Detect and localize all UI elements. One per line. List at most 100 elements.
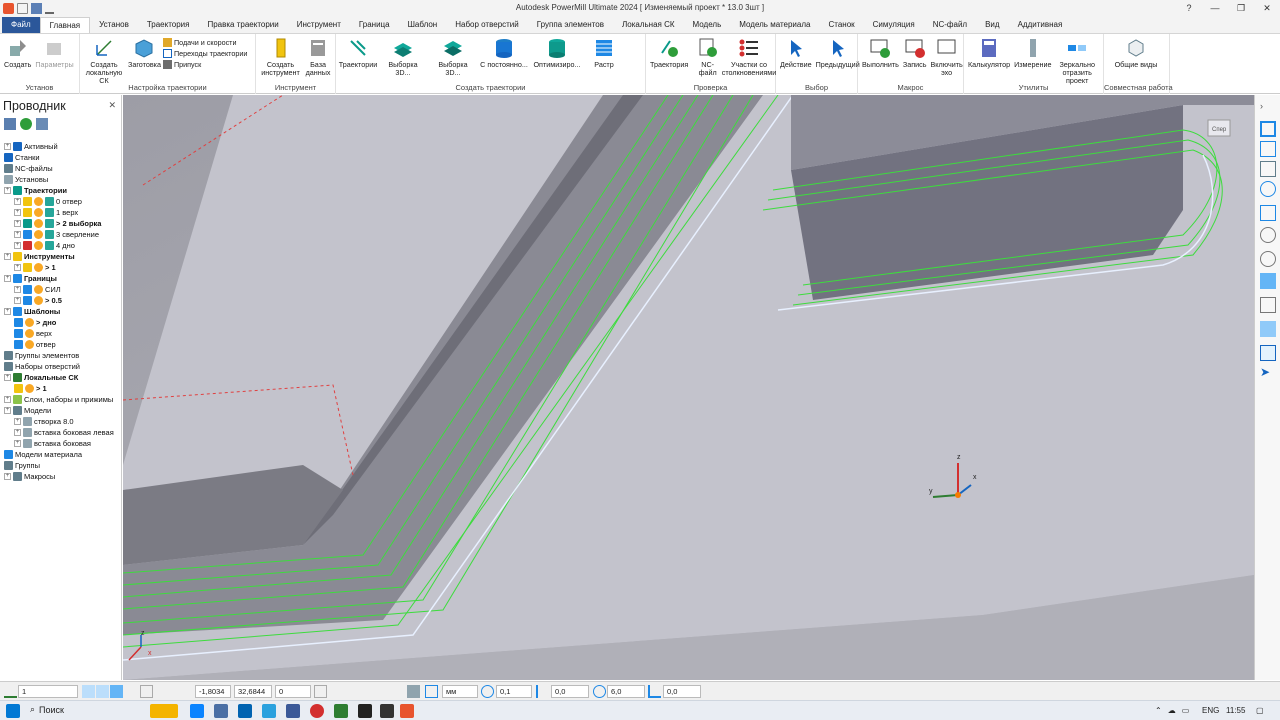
wireframe-icon[interactable] — [1260, 297, 1276, 313]
snap-grid-icon[interactable] — [96, 685, 109, 698]
tab-file[interactable]: Файл — [2, 17, 40, 33]
tree-toolpaths[interactable]: + Траектории — [4, 185, 67, 196]
tab-stock-model[interactable]: Модель материала — [730, 17, 819, 33]
tree-tools[interactable]: + Инструменты — [4, 251, 75, 262]
tab-machine[interactable]: Станок — [819, 17, 863, 33]
select-previous-icon[interactable]: ➤ — [1260, 365, 1276, 381]
help-icon[interactable]: ? — [1176, 0, 1202, 17]
select-mode-icon[interactable] — [1260, 345, 1276, 361]
powermill-taskbar-icon[interactable] — [400, 704, 414, 718]
cloud-icon[interactable]: ☁ — [1168, 706, 1176, 715]
widget-icon[interactable] — [150, 704, 178, 718]
tree-macros[interactable]: + Макросы — [4, 471, 55, 482]
app-icon-4[interactable] — [380, 704, 394, 718]
tab-simulation[interactable]: Симуляция — [864, 17, 924, 33]
explorer-delete-icon[interactable] — [36, 118, 48, 130]
app-icon-2[interactable] — [334, 704, 348, 718]
grid-icon[interactable] — [140, 685, 153, 698]
tab-additive[interactable]: Аддитивная — [1009, 17, 1072, 33]
graphics-viewport[interactable]: Спер z x y z x — [123, 95, 1254, 680]
view-fit-icon[interactable] — [1260, 121, 1276, 137]
tab-home[interactable]: Главная — [39, 17, 91, 33]
tab-toolpath[interactable]: Траектория — [138, 17, 199, 33]
tree-model-3[interactable]: + вставка боковая — [14, 438, 91, 449]
network-icon[interactable]: ▭ — [1182, 706, 1190, 715]
expand-icon[interactable]: + — [4, 143, 11, 150]
tab-toolpath-edit[interactable]: Правка траектории — [198, 17, 287, 33]
tree-ncfiles[interactable]: NC-файлы — [4, 163, 53, 174]
allowance-button[interactable]: Припуск — [162, 60, 247, 69]
app-icon-1[interactable] — [286, 704, 300, 718]
tree-feature-groups[interactable]: Группы элементов — [4, 350, 79, 361]
expand-icon[interactable]: + — [14, 220, 21, 227]
snap-active-icon[interactable] — [110, 685, 123, 698]
tree-toolpath-3[interactable]: +3 сверление — [14, 229, 99, 240]
zoom-box-icon[interactable] — [1260, 205, 1276, 221]
expand-icon[interactable]: + — [4, 407, 11, 414]
diameter-field[interactable]: 6,0 — [607, 685, 645, 698]
tree-toolpath-1[interactable]: +1 верх — [14, 207, 78, 218]
tree-boundary-sil[interactable]: + СИЛ — [14, 284, 61, 295]
minimize-button[interactable]: — — [1202, 0, 1228, 17]
tab-workplane[interactable]: Локальная СК — [613, 17, 684, 33]
expand-icon[interactable]: + — [14, 286, 21, 293]
tab-view[interactable]: Вид — [976, 17, 1008, 33]
explorer-close-icon[interactable]: ✕ — [108, 100, 116, 111]
tree-tool-1[interactable]: + > 1 — [14, 262, 56, 273]
x-coord-field[interactable]: -1,8034 — [195, 685, 231, 698]
leads-links-button[interactable]: Переходы траектории — [162, 49, 247, 58]
tree-active[interactable]: + Активный — [4, 141, 58, 152]
tree-pattern-holes[interactable]: отвер — [14, 339, 56, 350]
explorer-refresh-icon[interactable] — [20, 118, 32, 130]
tree-machines[interactable]: Станки — [4, 152, 40, 163]
tree-pattern-top[interactable]: верх — [14, 328, 52, 339]
tree-stock-models[interactable]: Модели материала — [4, 449, 82, 460]
plain-shade-icon[interactable] — [1260, 321, 1276, 337]
layer-select[interactable]: 1 — [18, 685, 78, 698]
tree-boundaries[interactable]: + Границы — [4, 273, 57, 284]
tab-setup[interactable]: Установ — [90, 17, 138, 33]
explorer-app-icon[interactable] — [214, 704, 228, 718]
expand-icon[interactable]: + — [4, 187, 11, 194]
expand-icon[interactable]: + — [14, 297, 21, 304]
expand-icon[interactable]: + — [14, 198, 21, 205]
expand-icon[interactable]: + — [14, 429, 21, 436]
language-indicator[interactable]: ENG — [1202, 706, 1219, 715]
edge-icon[interactable] — [190, 704, 204, 718]
tab-ncfile[interactable]: NC-файл — [924, 17, 976, 33]
tree-toolpath-2[interactable]: + > 2 выборка — [14, 218, 101, 229]
tree-toolpath-4[interactable]: +4 дно — [14, 240, 75, 251]
toolbar-collapse-icon[interactable]: › — [1260, 101, 1276, 117]
tab-hole-set[interactable]: Набор отверстий — [446, 17, 528, 33]
app-icon-3[interactable] — [358, 704, 372, 718]
tab-boundary[interactable]: Граница — [350, 17, 399, 33]
expand-icon[interactable]: + — [4, 473, 11, 480]
restore-button[interactable]: ❐ — [1228, 0, 1254, 17]
snap-icon[interactable] — [82, 685, 95, 698]
tree-model-2[interactable]: + вставка боковая левая — [14, 427, 114, 438]
coord-mode-icon[interactable] — [314, 685, 327, 698]
tree-boundary-05[interactable]: + > 0.5 — [14, 295, 62, 306]
yandex-icon[interactable] — [310, 704, 324, 718]
expand-icon[interactable]: + — [14, 242, 21, 249]
tree-hole-sets[interactable]: Наборы отверстий — [4, 361, 80, 372]
expand-icon[interactable]: + — [14, 209, 21, 216]
expand-icon[interactable]: + — [4, 374, 11, 381]
shaded-icon[interactable] — [1260, 273, 1276, 289]
zoom-out-icon[interactable] — [1260, 251, 1276, 267]
expand-icon[interactable]: + — [4, 253, 11, 260]
allowance-field[interactable]: 0,0 — [551, 685, 589, 698]
zoom-in-icon[interactable] — [1260, 227, 1276, 243]
start-icon[interactable] — [6, 704, 20, 718]
units-field[interactable]: мм — [442, 685, 478, 698]
z-coord-field[interactable]: 0 — [275, 685, 311, 698]
notification-icon[interactable]: ▢ — [1256, 706, 1264, 715]
view-cube-icon[interactable] — [1260, 161, 1276, 177]
expand-icon[interactable]: + — [14, 231, 21, 238]
expand-icon[interactable]: + — [4, 275, 11, 282]
tree-workplanes[interactable]: + Локальные СК — [4, 372, 78, 383]
taskbar-search[interactable]: ⌕ Поиск — [30, 704, 64, 715]
tab-model[interactable]: Модель — [684, 17, 731, 33]
tab-pattern[interactable]: Шаблон — [399, 17, 447, 33]
feeds-speeds-button[interactable]: Подачи и скорости — [162, 38, 247, 47]
